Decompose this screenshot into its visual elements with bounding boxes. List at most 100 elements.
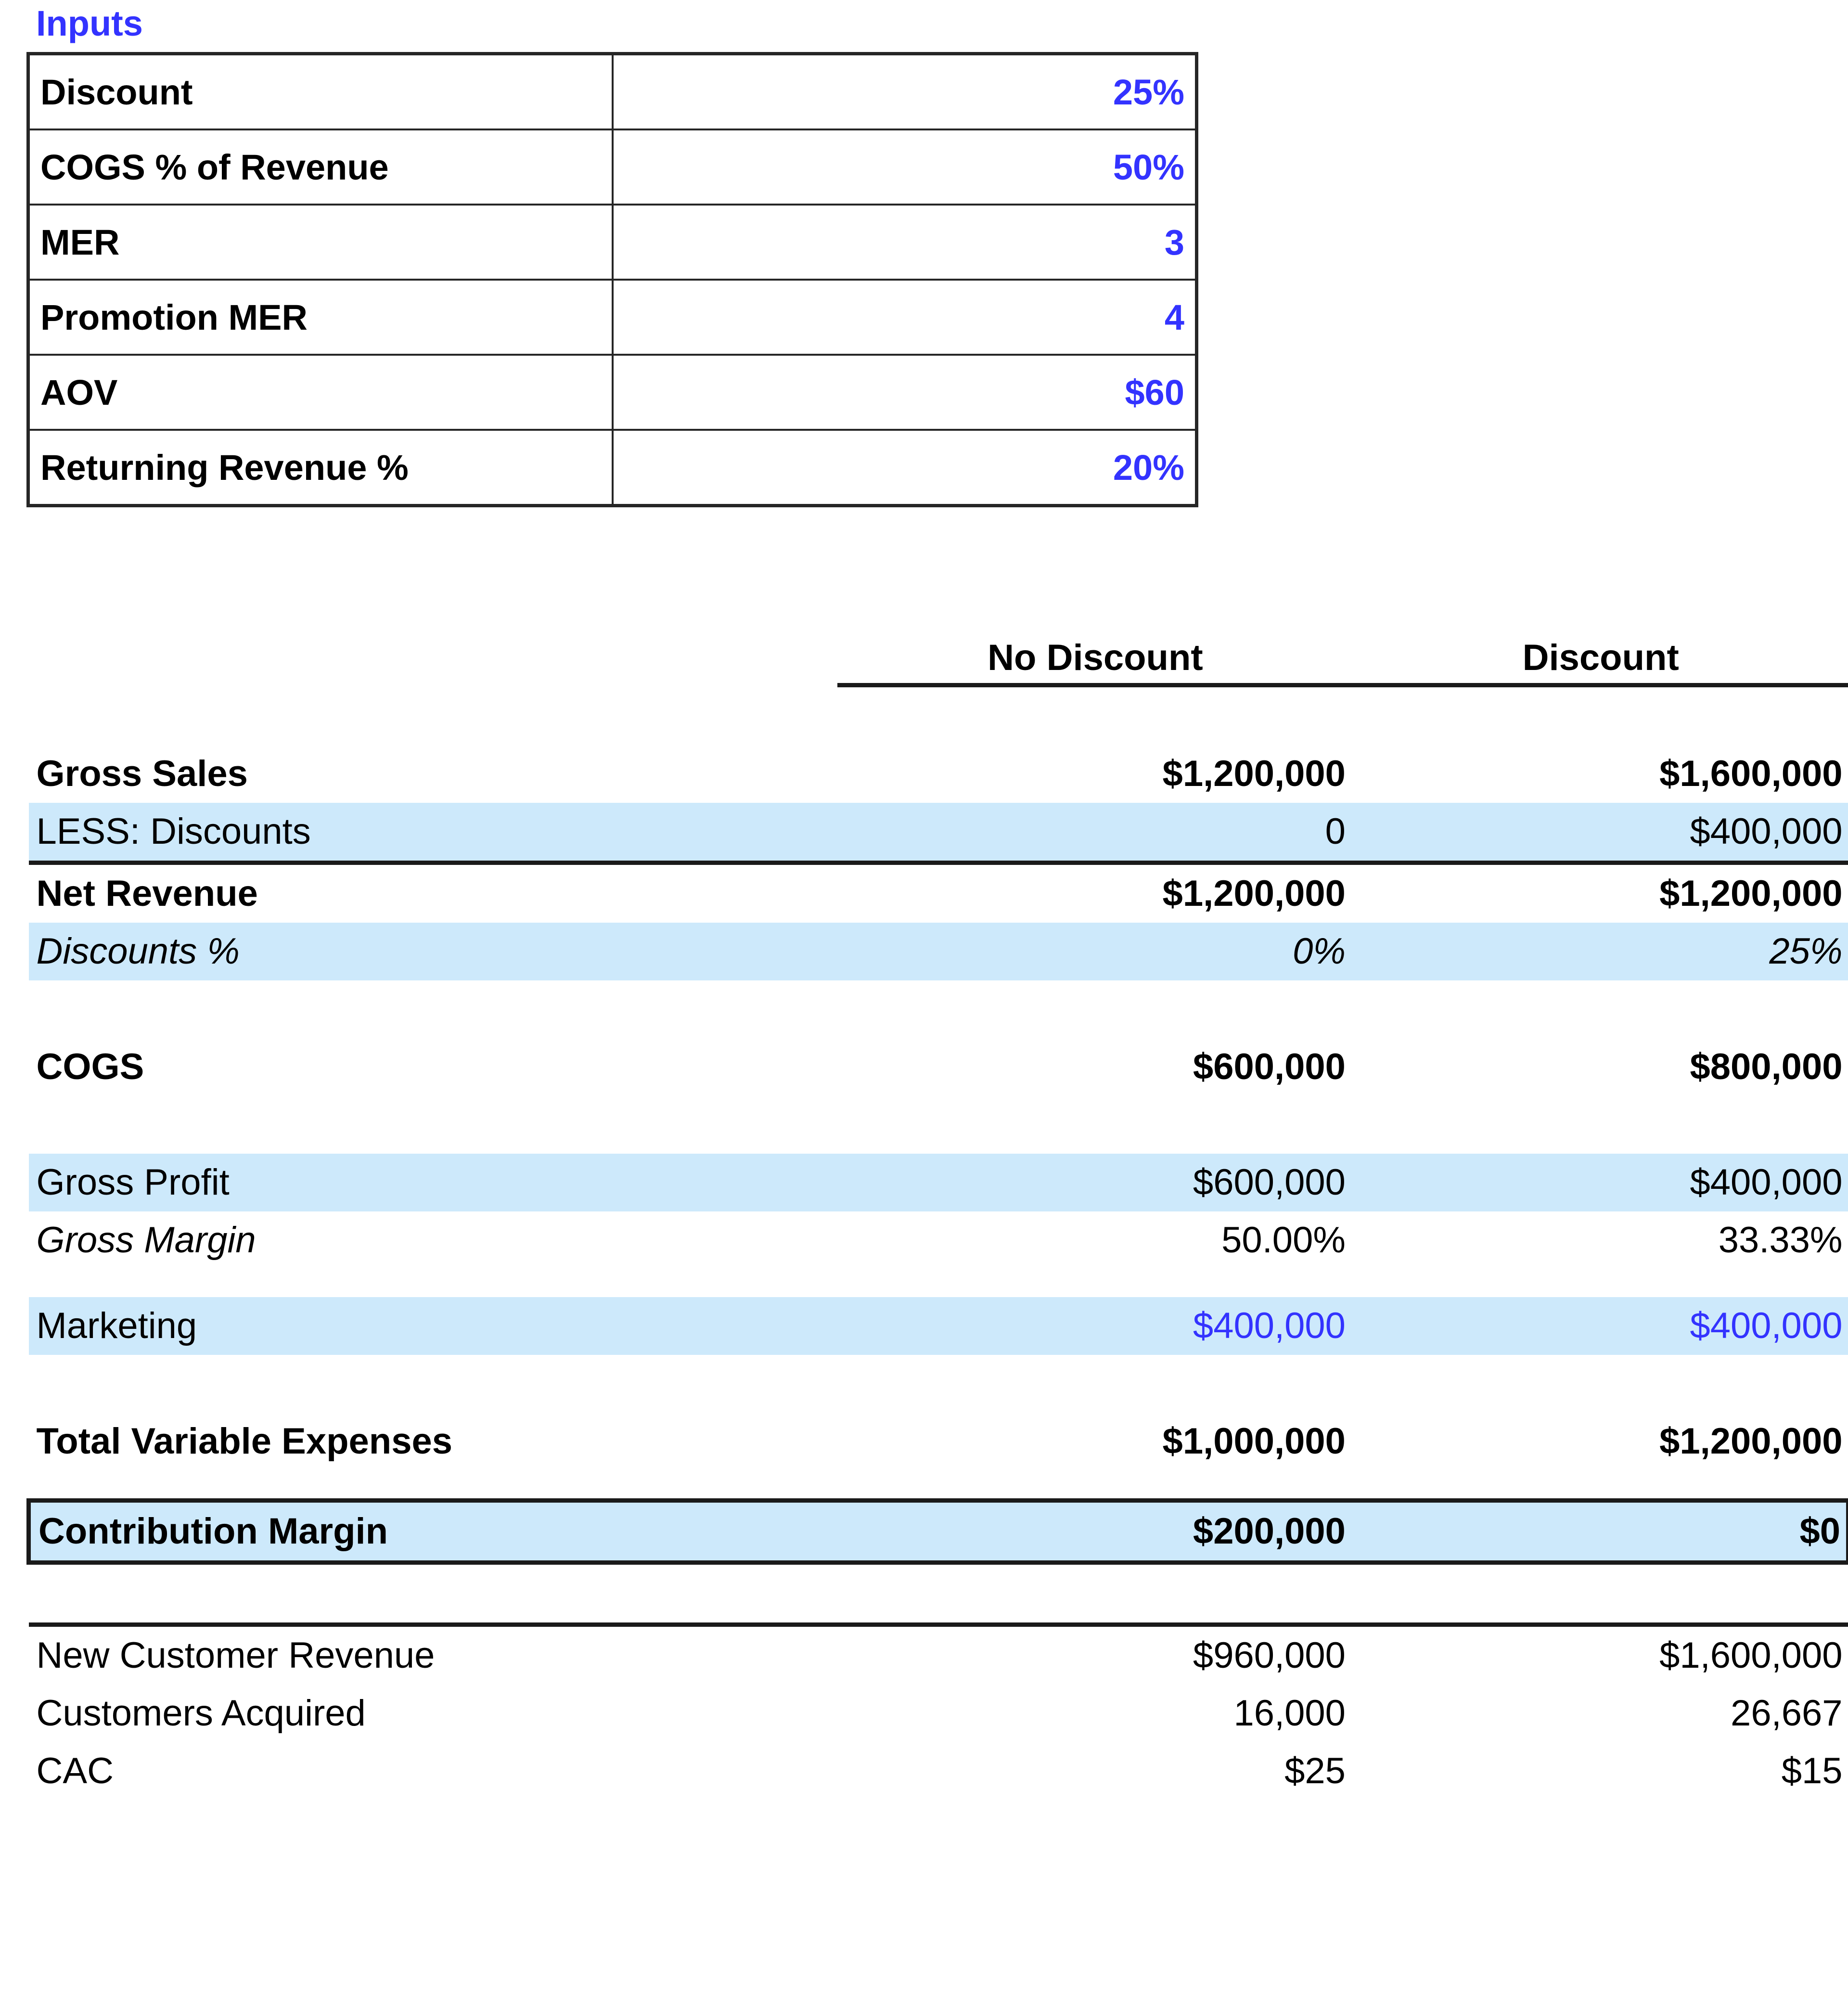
contribution-margin-row[interactable]: Contribution Margin $200,000 $0 (26, 1498, 1848, 1565)
new-customer-revenue-no-discount: $960,000 (837, 1622, 1351, 1685)
row-label-customers-acquired: Customers Acquired (36, 1693, 366, 1734)
spacer-cell (1351, 1355, 1848, 1413)
table-row[interactable]: Gross Margin 50.00% 33.33% (29, 1211, 1848, 1269)
inputs-row-aov[interactable]: AOV $60 (27, 354, 1198, 431)
gross-profit-discount: $400,000 (1351, 1154, 1848, 1211)
total-variable-expenses-discount: $1,200,000 (1659, 1421, 1843, 1462)
gross-sales-no-discount: $1,200,000 (1162, 753, 1346, 794)
spacer-cell (29, 980, 837, 1038)
cogs-discount: $800,000 (1690, 1046, 1843, 1087)
contribution-margin-no-discount: $200,000 (837, 1498, 1351, 1565)
spacer-cell (29, 1355, 837, 1413)
input-label-mer: MER (27, 204, 614, 281)
inputs-row-mer[interactable]: MER 3 (27, 204, 1198, 281)
input-value-mer[interactable]: 3 (611, 204, 1198, 281)
row-label-gross-margin: Gross Margin (36, 1220, 256, 1261)
spacer-cell (837, 1269, 1351, 1297)
table-row[interactable]: New Customer Revenue $960,000 $1,600,000 (28, 1622, 1848, 1685)
spacer-row-before-marketing (29, 1269, 1848, 1297)
spacer-cell (29, 1269, 837, 1297)
row-label-gross-profit: Gross Profit (28, 1154, 837, 1211)
inputs-row-discount[interactable]: Discount 25% (27, 52, 1198, 130)
net-revenue-no-discount: $1,200,000 (1162, 873, 1346, 914)
marketing-discount[interactable]: $400,000 (1351, 1297, 1848, 1355)
table-row[interactable]: Discounts % 0% 25% (28, 923, 1848, 980)
new-customer-revenue-discount: $1,600,000 (1351, 1622, 1848, 1685)
row-label-new-customer-revenue: New Customer Revenue (28, 1622, 837, 1685)
gross-margin-discount: 33.33% (1718, 1220, 1843, 1261)
spacer-cell (29, 1470, 837, 1501)
spacer-cell (1351, 1470, 1848, 1501)
input-value-promotion-mer[interactable]: 4 (611, 279, 1198, 356)
statement-table: No Discount Discount Gross Sales $1,200,… (26, 599, 1848, 1800)
inputs-row-cogs-pct[interactable]: COGS % of Revenue 50% (27, 129, 1198, 206)
column-header-no-discount: No Discount (837, 599, 1351, 687)
spacer-cell (1351, 1096, 1848, 1154)
input-label-cogs-pct: COGS % of Revenue (27, 129, 614, 206)
less-discounts-no-discount: 0 (837, 803, 1351, 865)
input-value-discount[interactable]: 25% (611, 52, 1198, 130)
inputs-section: Inputs Discount 25% COGS % of Revenue 50… (26, 6, 1198, 507)
cac-no-discount: $25 (1284, 1751, 1346, 1791)
table-row[interactable]: Gross Sales $1,200,000 $1,600,000 (29, 745, 1848, 803)
spacer-row-after-header (29, 685, 1848, 746)
net-revenue-discount: $1,200,000 (1659, 873, 1843, 914)
header-blank-cell (29, 599, 837, 685)
gross-sales-discount: $1,600,000 (1659, 753, 1843, 794)
row-label-discounts-pct: Discounts % (28, 923, 837, 980)
contribution-margin-discount: $0 (1351, 1498, 1848, 1565)
cac-discount: $15 (1781, 1751, 1843, 1791)
table-row[interactable]: CAC $25 $15 (29, 1742, 1848, 1800)
spacer-row-before-gross-profit (29, 1096, 1848, 1154)
spacer-cell (837, 1096, 1351, 1154)
spacer-row-before-contribution-margin (29, 1470, 1848, 1501)
spacer-cell (1351, 1563, 1848, 1625)
marketing-no-discount[interactable]: $400,000 (837, 1297, 1351, 1355)
input-label-promotion-mer: Promotion MER (27, 279, 614, 356)
spacer-cell (837, 980, 1351, 1038)
input-label-aov: AOV (27, 354, 614, 431)
table-row[interactable]: Net Revenue $1,200,000 $1,200,000 (29, 863, 1848, 923)
spacer-cell (1351, 980, 1848, 1038)
input-value-aov[interactable]: $60 (611, 354, 1198, 431)
inputs-title: Inputs (36, 3, 143, 43)
spacer-row-before-customer-metrics (29, 1563, 1848, 1625)
gross-profit-no-discount: $600,000 (837, 1154, 1351, 1211)
table-row[interactable]: Marketing $400,000 $400,000 (28, 1297, 1848, 1355)
gross-margin-no-discount: 50.00% (1221, 1220, 1346, 1261)
spacer-row-before-cogs (29, 980, 1848, 1038)
row-label-less-discounts: LESS: Discounts (28, 803, 837, 865)
spacer-cell (837, 1355, 1351, 1413)
spacer-cell (837, 1470, 1351, 1501)
column-header-discount: Discount (1351, 599, 1848, 687)
input-label-returning-revenue-pct: Returning Revenue % (27, 429, 614, 507)
table-row[interactable]: Gross Profit $600,000 $400,000 (28, 1154, 1848, 1211)
spacer-cell (1351, 685, 1848, 746)
spacer-cell (29, 1096, 837, 1154)
table-row[interactable]: Customers Acquired 16,000 26,667 (29, 1685, 1848, 1742)
inputs-row-promotion-mer[interactable]: Promotion MER 4 (27, 279, 1198, 356)
inputs-table: Discount 25% COGS % of Revenue 50% MER 3… (26, 52, 1198, 507)
row-label-gross-sales: Gross Sales (36, 753, 248, 794)
total-variable-expenses-no-discount: $1,000,000 (1162, 1421, 1346, 1462)
spacer-cell (837, 685, 1351, 746)
row-label-contribution-margin: Contribution Margin (26, 1498, 837, 1565)
customers-acquired-discount: 26,667 (1731, 1693, 1843, 1734)
row-label-cac: CAC (36, 1751, 114, 1791)
discounts-pct-no-discount: 0% (837, 923, 1351, 980)
discounts-pct-discount: 25% (1351, 923, 1848, 980)
inputs-row-returning-revenue-pct[interactable]: Returning Revenue % 20% (27, 429, 1198, 507)
statement-header-row: No Discount Discount (29, 599, 1848, 687)
less-discounts-discount: $400,000 (1351, 803, 1848, 865)
table-row[interactable]: LESS: Discounts 0 $400,000 (28, 803, 1848, 865)
spacer-row-before-total-variable (29, 1355, 1848, 1413)
cogs-no-discount: $600,000 (1193, 1046, 1346, 1087)
input-label-discount: Discount (27, 52, 614, 130)
table-row[interactable]: Total Variable Expenses $1,000,000 $1,20… (29, 1413, 1848, 1470)
table-row[interactable]: COGS $600,000 $800,000 (29, 1038, 1848, 1096)
input-value-cogs-pct[interactable]: 50% (611, 129, 1198, 206)
row-label-cogs: COGS (36, 1046, 144, 1087)
spacer-cell (29, 685, 837, 746)
spacer-cell (837, 1563, 1351, 1625)
input-value-returning-revenue-pct[interactable]: 20% (611, 429, 1198, 507)
